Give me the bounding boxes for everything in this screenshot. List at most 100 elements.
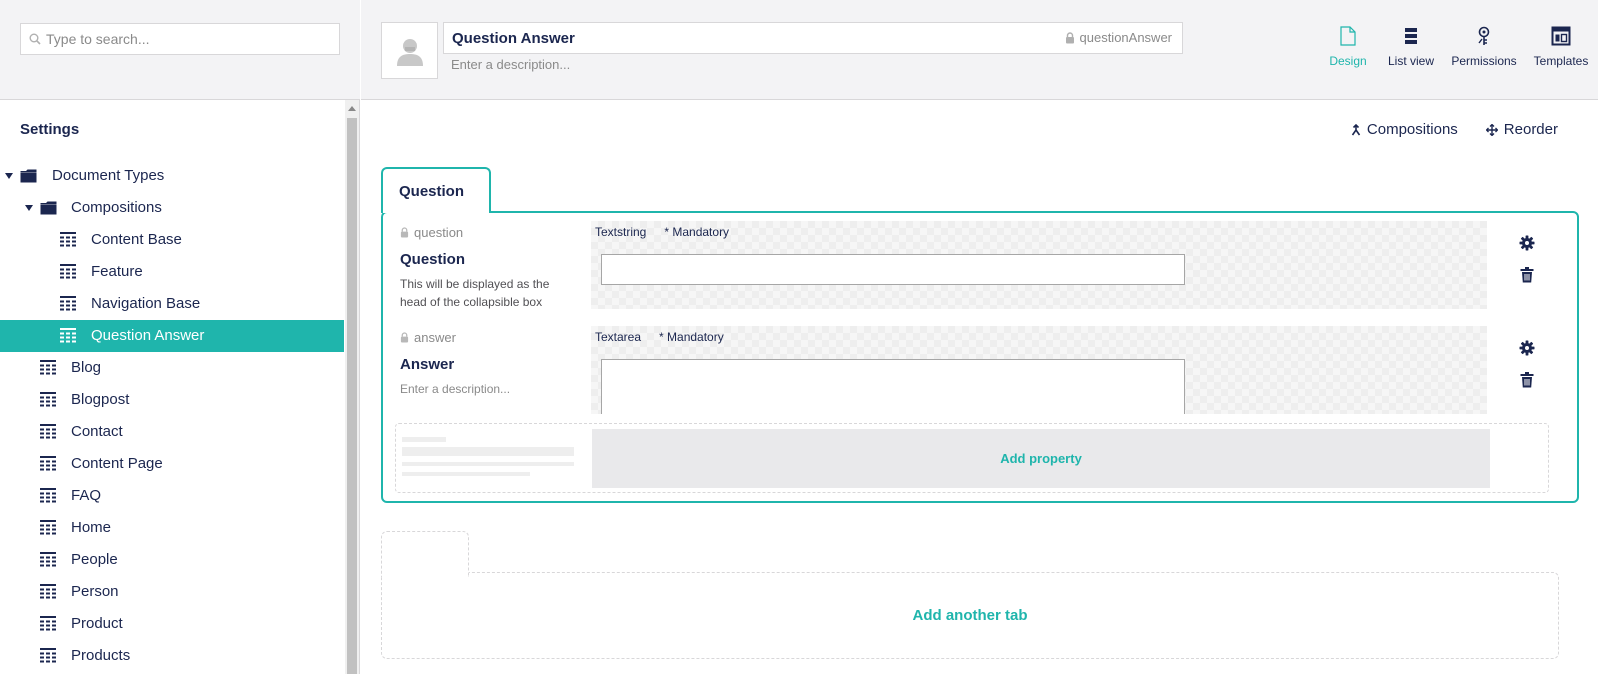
folder-icon	[20, 169, 37, 187]
property-name[interactable]: Question	[400, 251, 465, 268]
move-icon	[1485, 123, 1498, 136]
gear-icon[interactable]	[1519, 340, 1535, 356]
doctype-icon	[40, 424, 56, 443]
add-tab-button[interactable]: Add another tab	[913, 607, 1028, 624]
scroll-up-arrow-icon[interactable]	[348, 106, 356, 111]
tree-item-feature[interactable]: Feature	[0, 256, 344, 288]
scrollbar-thumb[interactable]	[347, 118, 357, 674]
doctype-icon	[40, 520, 56, 539]
list-icon	[1405, 28, 1417, 44]
app-templates[interactable]: Templates	[1524, 22, 1598, 78]
alias-field[interactable]: questionAnswer	[1065, 30, 1172, 45]
doctype-icon	[60, 328, 76, 347]
doctype-icon	[60, 264, 76, 283]
tree-item-compositions[interactable]: Compositions	[0, 192, 344, 224]
property-meta: Textarea * Mandatory	[595, 330, 724, 344]
property-editor-preview[interactable]: Textstring * Mandatory	[591, 221, 1487, 309]
skeleton-line	[402, 462, 574, 466]
doctype-icon	[40, 360, 56, 379]
tree-item-product[interactable]: Product	[0, 608, 344, 640]
tree-item-label: Blog	[71, 359, 102, 376]
tree-item-label: Question Answer	[91, 327, 205, 344]
tree-item-label: Products	[71, 647, 131, 664]
app-permissions-label: Permissions	[1451, 54, 1517, 68]
name-input[interactable]: Question Answer questionAnswer	[443, 22, 1183, 54]
tab-question[interactable]: Question	[381, 167, 491, 213]
tree-item-blogpost[interactable]: Blogpost	[0, 384, 344, 416]
merge-icon	[1351, 123, 1361, 135]
property-description[interactable]: This will be displayed as the head of th…	[400, 275, 560, 311]
compositions-button[interactable]: Compositions	[1351, 121, 1458, 138]
add-property-area: Add property	[395, 423, 1549, 493]
gear-icon[interactable]	[1519, 235, 1535, 251]
property-editor-preview[interactable]: Textarea * Mandatory	[591, 326, 1487, 414]
tree-item-label: Compositions	[71, 199, 162, 216]
tree-item-label: Content Page	[71, 455, 163, 472]
textarea-preview	[601, 359, 1185, 414]
doctype-name[interactable]: Question Answer	[452, 30, 575, 47]
editor-type: Textstring	[595, 225, 647, 239]
tree-item-label: Home	[71, 519, 112, 536]
tree-item-blog[interactable]: Blog	[0, 352, 344, 384]
caret-down-icon[interactable]	[5, 173, 13, 179]
mandatory-label: * Mandatory	[664, 225, 730, 239]
tree-item-people[interactable]: People	[0, 544, 344, 576]
tree-item-home[interactable]: Home	[0, 512, 344, 544]
tree-item-content-page[interactable]: Content Page	[0, 448, 344, 480]
caret-down-icon[interactable]	[25, 205, 33, 211]
skeleton-line	[402, 437, 446, 442]
tree-item-label: Feature	[91, 263, 143, 280]
tree-item-person[interactable]: Person	[0, 576, 344, 608]
key-icon	[1478, 26, 1490, 45]
tree-item-products[interactable]: Products	[0, 640, 344, 672]
property-answer: answer Answer Enter a description... Tex…	[397, 326, 1567, 416]
tree-item-label: Blogpost	[71, 391, 130, 408]
tree-item-faq[interactable]: FAQ	[0, 480, 344, 512]
editor-type: Textarea	[595, 330, 642, 344]
trash-icon[interactable]	[1520, 267, 1534, 283]
tree-area: Settings Document Types Compositions Conte…	[0, 100, 345, 674]
property-alias[interactable]: question	[400, 225, 463, 240]
doctype-icon	[40, 456, 56, 475]
tree-item-content-base[interactable]: Content Base	[0, 224, 344, 256]
new-tab-placeholder[interactable]	[381, 531, 469, 577]
doctype-icon-picker[interactable]	[381, 22, 438, 79]
tab-name[interactable]: Question	[399, 183, 464, 200]
search-area	[0, 0, 360, 100]
app-templates-label: Templates	[1533, 54, 1589, 68]
tree-title: Settings	[20, 121, 80, 138]
add-tab-area[interactable]: Add another tab	[381, 572, 1559, 659]
skeleton-line	[402, 472, 530, 476]
app-design[interactable]: Design	[1318, 22, 1378, 78]
search-box[interactable]	[20, 23, 340, 55]
app-list-view[interactable]: List view	[1378, 22, 1444, 78]
tree-scrollbar[interactable]	[345, 100, 359, 674]
tree-item-contact[interactable]: Contact	[0, 416, 344, 448]
add-property-button[interactable]: Add property	[592, 429, 1490, 488]
tree-item-document-types[interactable]: Document Types	[0, 160, 344, 192]
search-input[interactable]	[46, 31, 326, 47]
trash-icon[interactable]	[1520, 372, 1534, 388]
reorder-button[interactable]: Reorder	[1485, 121, 1558, 138]
tree-item-label: Navigation Base	[91, 295, 201, 312]
lock-icon	[400, 332, 409, 343]
property-alias[interactable]: answer	[400, 330, 456, 345]
property-name[interactable]: Answer	[400, 356, 454, 373]
reorder-label: Reorder	[1503, 121, 1558, 138]
app-permissions[interactable]: Permissions	[1444, 22, 1524, 78]
sub-view-navigation: Design List view Permissions Templates	[1318, 22, 1598, 78]
description-input[interactable]: Enter a description...	[451, 57, 570, 72]
user-icon	[396, 38, 423, 66]
tree-item-label: Person	[71, 583, 119, 600]
document-type-tree: Document Types Compositions Content Base Fe…	[0, 160, 344, 672]
tree-item-label: People	[71, 551, 118, 568]
search-icon	[29, 33, 41, 45]
skeleton-line	[402, 447, 574, 456]
tree-item-label: Content Base	[91, 231, 182, 248]
doctype-icon	[40, 584, 56, 603]
layout-icon	[1551, 26, 1571, 46]
tree-item-question-answer[interactable]: Question Answer	[0, 320, 344, 352]
tree-item-navigation-base[interactable]: Navigation Base	[0, 288, 344, 320]
app-design-label: Design	[1329, 54, 1367, 68]
property-description[interactable]: Enter a description...	[400, 380, 560, 398]
